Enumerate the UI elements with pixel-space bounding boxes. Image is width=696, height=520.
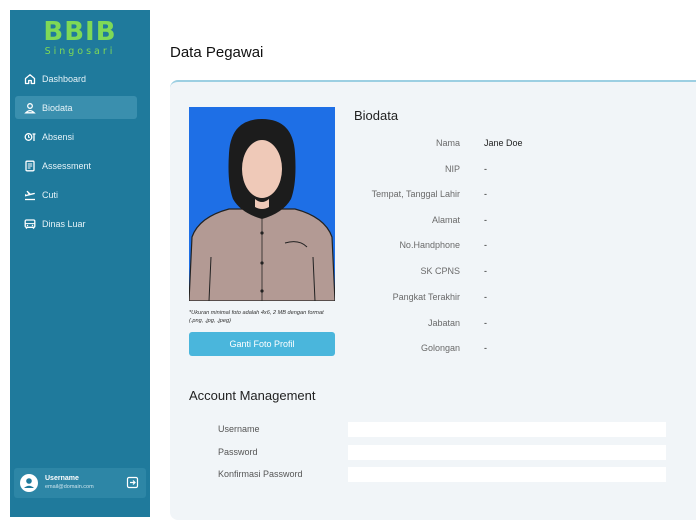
biodata-label: Pangkat Terakhir bbox=[392, 292, 460, 302]
user-profile-box[interactable]: Username email@domain.com bbox=[14, 468, 146, 498]
profile-photo bbox=[189, 107, 335, 301]
home-icon bbox=[24, 73, 36, 85]
biodata-label: Golongan bbox=[420, 343, 460, 353]
sidebar-item-cuti[interactable]: Cuti bbox=[15, 183, 137, 206]
biodata-row-ttl: Tempat, Tanggal Lahir - bbox=[330, 189, 630, 203]
user-icon bbox=[24, 102, 36, 114]
brand-logo: BBIB Singosari bbox=[10, 18, 150, 57]
biodata-value: - bbox=[484, 189, 487, 199]
sidebar-item-label: Absensi bbox=[42, 131, 75, 142]
biodata-row-golongan: Golongan - bbox=[330, 343, 630, 357]
biodata-value: - bbox=[484, 318, 487, 328]
confirm-password-label: Konfirmasi Password bbox=[218, 469, 303, 479]
sidebar-item-assessment[interactable]: Assessment bbox=[15, 154, 137, 177]
user-info: Username email@domain.com bbox=[45, 474, 94, 492]
sidebar-nav: Dashboard Biodata Absensi Assessment Cut… bbox=[10, 67, 150, 241]
photo-size-note: *Ukuran minimal foto adalah 4x6, 2 MB de… bbox=[189, 310, 324, 324]
user-name: Username bbox=[45, 475, 79, 482]
biodata-value: - bbox=[484, 292, 487, 302]
biodata-label: Alamat bbox=[431, 215, 460, 225]
biodata-row-sk-cpns: SK CPNS - bbox=[330, 266, 630, 280]
biodata-title: Biodata bbox=[354, 108, 399, 123]
sidebar-item-label: Cuti bbox=[42, 189, 59, 200]
sidebar-item-label: Dinas Luar bbox=[42, 218, 86, 229]
sidebar-item-absensi[interactable]: Absensi bbox=[15, 125, 137, 148]
biodata-row-alamat: Alamat - bbox=[330, 215, 630, 229]
sidebar-item-label: Assessment bbox=[42, 160, 92, 171]
sidebar: BBIB Singosari Dashboard Biodata Absensi… bbox=[10, 10, 150, 517]
avatar bbox=[20, 474, 38, 492]
biodata-value: Jane Doe bbox=[484, 138, 523, 148]
app-frame: BBIB Singosari Dashboard Biodata Absensi… bbox=[0, 10, 696, 520]
biodata-row-nama: Nama Jane Doe bbox=[330, 138, 630, 152]
username-label: Username bbox=[218, 424, 260, 434]
change-photo-button[interactable]: Ganti Foto Profil bbox=[189, 332, 335, 356]
biodata-label: NIP bbox=[444, 164, 460, 174]
password-label: Password bbox=[218, 447, 258, 457]
document-icon bbox=[24, 160, 36, 172]
biodata-value: - bbox=[484, 240, 487, 250]
biodata-label: Jabatan bbox=[427, 318, 460, 328]
sidebar-item-label: Dashboard bbox=[42, 73, 87, 84]
biodata-value: - bbox=[484, 164, 487, 174]
confirm-password-input[interactable] bbox=[348, 467, 666, 482]
page-title: Data Pegawai bbox=[170, 44, 264, 61]
biodata-value: - bbox=[484, 266, 487, 276]
car-icon bbox=[24, 218, 36, 230]
profile-photo-illustration bbox=[189, 107, 335, 301]
plane-icon bbox=[24, 189, 36, 201]
password-input[interactable] bbox=[348, 445, 666, 460]
logout-icon[interactable] bbox=[126, 476, 139, 489]
biodata-value: - bbox=[484, 215, 487, 225]
biodata-label: SK CPNS bbox=[420, 266, 460, 276]
sidebar-item-dinas-luar[interactable]: Dinas Luar bbox=[15, 212, 137, 235]
sidebar-item-dashboard[interactable]: Dashboard bbox=[15, 67, 137, 90]
sidebar-item-label: Biodata bbox=[42, 102, 73, 113]
account-management-title: Account Management bbox=[189, 388, 316, 403]
brand-subtitle: Singosari bbox=[44, 46, 116, 57]
biodata-value: - bbox=[484, 343, 487, 353]
sidebar-item-biodata[interactable]: Biodata bbox=[15, 96, 137, 119]
biodata-label: Tempat, Tanggal Lahir bbox=[371, 189, 460, 199]
clock-icon bbox=[24, 131, 36, 143]
username-input[interactable] bbox=[348, 422, 666, 437]
biodata-row-nip: NIP - bbox=[330, 164, 630, 178]
biodata-row-jabatan: Jabatan - bbox=[330, 318, 630, 332]
biodata-label: Nama bbox=[435, 138, 460, 148]
user-email: email@domain.com bbox=[45, 484, 94, 490]
brand-name: BBIB bbox=[43, 17, 117, 47]
biodata-label: No.Handphone bbox=[399, 240, 460, 250]
biodata-row-pangkat: Pangkat Terakhir - bbox=[330, 292, 630, 306]
biodata-row-handphone: No.Handphone - bbox=[330, 240, 630, 254]
user-avatar-icon bbox=[21, 475, 37, 491]
